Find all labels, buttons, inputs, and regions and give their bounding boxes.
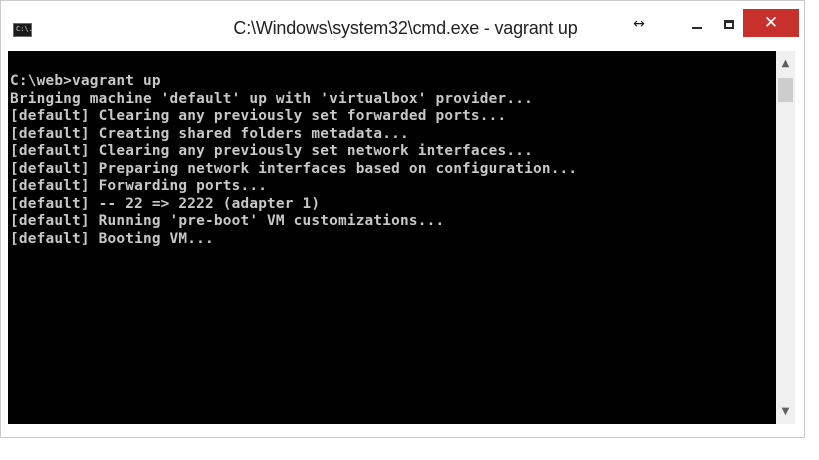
console-line: [default] Forwarding ports... (10, 178, 268, 194)
console-line: [default] Running 'pre-boot' VM customiz… (10, 213, 445, 229)
minimize-icon (692, 27, 702, 29)
scroll-thumb[interactable] (778, 78, 793, 102)
close-button[interactable]: ✕ (743, 9, 799, 37)
scroll-up-arrow-icon[interactable]: ▲ (776, 55, 795, 72)
console-line: [default] Booting VM... (10, 230, 214, 247)
console-line: [default] -- 22 => 2222 (adapter 1) (10, 195, 321, 212)
minimize-button[interactable] (683, 9, 711, 39)
console-line: Bringing machine 'default' up with 'virt… (10, 90, 533, 107)
console-line: [default] Clearing any previously set fo… (10, 108, 507, 124)
scroll-down-arrow-icon[interactable]: ▼ (776, 403, 795, 420)
console-output[interactable]: C:\web>vagrant up Bringing machine 'defa… (8, 51, 776, 424)
console-line: [default] Creating shared folders metada… (10, 125, 409, 142)
window-bottom-edge (8, 424, 795, 430)
resize-arrows-icon[interactable]: ↔ (628, 9, 650, 39)
console-line: [default] Preparing network interfaces b… (10, 160, 578, 177)
maximize-button[interactable] (717, 9, 741, 39)
title-bar[interactable]: C:\. C:\Windows\system32\cmd.exe - vagra… (1, 1, 804, 49)
maximize-icon (724, 19, 734, 29)
console-lines: C:\web>vagrant up Bringing machine 'defa… (10, 73, 577, 248)
console-line: [default] Clearing any previously set ne… (10, 143, 533, 159)
console-line: C:\web>vagrant up (10, 73, 161, 89)
close-icon: ✕ (763, 13, 779, 33)
vertical-scrollbar[interactable]: ▲ ▼ (776, 51, 795, 424)
